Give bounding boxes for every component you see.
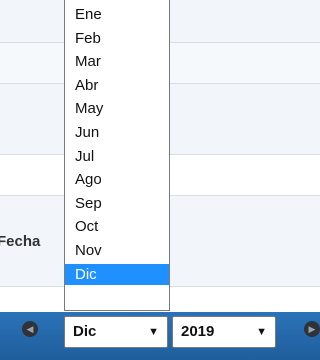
month-dropdown-list[interactable]: Ene Feb Mar Abr May Jun Jul Ago Sep Oct Nov Dic (64, 0, 170, 311)
datepicker-screen: Fecha ◀ ▶ Dic ▼ 2019 ▼ Ene Feb Mar Abr May Ju… (0, 0, 320, 360)
month-option[interactable]: May (65, 98, 169, 119)
month-option[interactable]: Dic (65, 263, 169, 285)
month-select[interactable]: Dic ▼ (64, 316, 168, 348)
month-option[interactable]: Abr (65, 75, 169, 96)
date-column-label: Fecha (0, 233, 41, 250)
chevron-left-icon[interactable]: ◀ (22, 321, 38, 337)
chevron-right-icon[interactable]: ▶ (304, 321, 320, 337)
month-option[interactable]: Ago (65, 169, 169, 190)
month-option[interactable]: Oct (65, 216, 169, 237)
month-select-value: Dic (73, 323, 97, 340)
month-option[interactable]: Sep (65, 193, 169, 214)
chevron-down-icon: ▼ (148, 326, 159, 338)
month-option[interactable]: Jul (65, 146, 169, 167)
year-select-value: 2019 (181, 323, 215, 340)
month-option[interactable]: Feb (65, 28, 169, 49)
chevron-down-icon: ▼ (256, 326, 267, 338)
month-option[interactable]: Ene (65, 4, 169, 25)
month-option[interactable]: Nov (65, 240, 169, 261)
year-select[interactable]: 2019 ▼ (172, 316, 276, 348)
month-option[interactable]: Jun (65, 122, 169, 143)
month-option[interactable]: Mar (65, 51, 169, 72)
